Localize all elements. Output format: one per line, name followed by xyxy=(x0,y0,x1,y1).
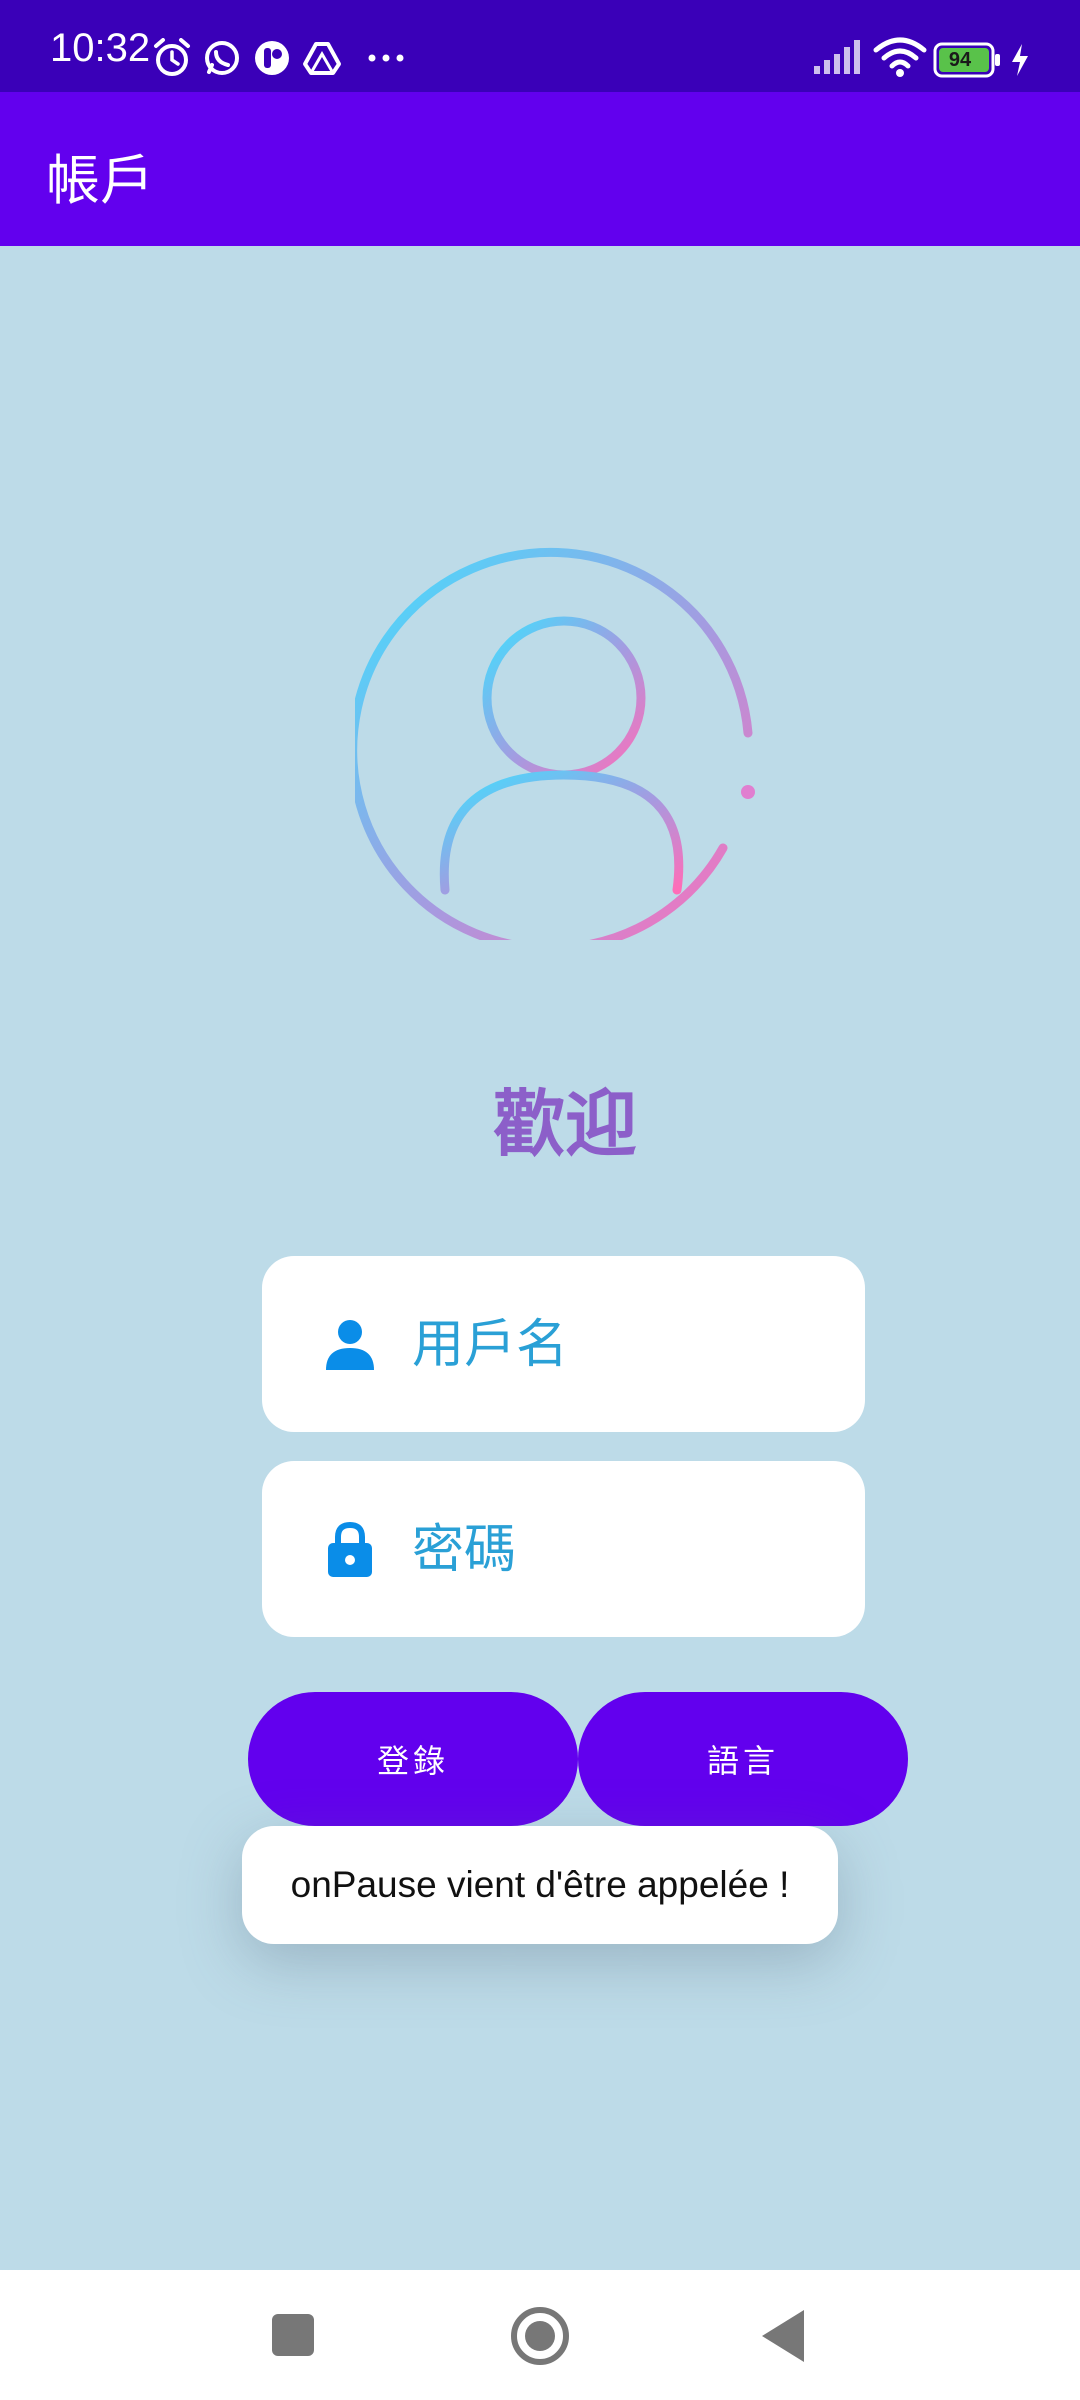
wifi-icon xyxy=(873,37,927,77)
username-input[interactable] xyxy=(410,1300,834,1390)
person-icon xyxy=(326,1320,374,1370)
toast-message: onPause vient d'être appelée ! xyxy=(242,1826,838,1944)
password-input[interactable] xyxy=(410,1505,834,1595)
status-time: 10:32 xyxy=(50,26,151,70)
app-bar: 帳戶 xyxy=(0,92,1080,246)
alarm-icon xyxy=(154,38,190,76)
charging-icon xyxy=(1012,44,1028,76)
welcome-title: 歡迎 xyxy=(492,1082,637,1166)
navigation-bar xyxy=(0,2270,1080,2400)
login-button[interactable]: 登錄 xyxy=(248,1692,578,1826)
username-field[interactable] xyxy=(262,1256,865,1432)
more-icon xyxy=(368,54,404,62)
back-triangle-icon[interactable] xyxy=(752,2306,822,2366)
user-circle-gradient-icon xyxy=(355,547,755,940)
app-icon xyxy=(255,41,289,75)
whatsapp-icon xyxy=(205,41,239,75)
drive-icon xyxy=(303,42,341,75)
language-button[interactable]: 語言 xyxy=(578,1692,908,1826)
system-status-icons: 94 xyxy=(780,0,1080,92)
lock-icon xyxy=(328,1521,372,1577)
signal-icon xyxy=(814,40,860,74)
recents-square-icon[interactable] xyxy=(258,2306,328,2366)
page-title: 帳戶 xyxy=(46,149,154,212)
home-circle-icon[interactable] xyxy=(505,2306,575,2366)
status-bar: 10:32 94 xyxy=(0,0,1080,92)
password-field[interactable] xyxy=(262,1461,865,1637)
battery-level: 94 xyxy=(948,49,972,71)
